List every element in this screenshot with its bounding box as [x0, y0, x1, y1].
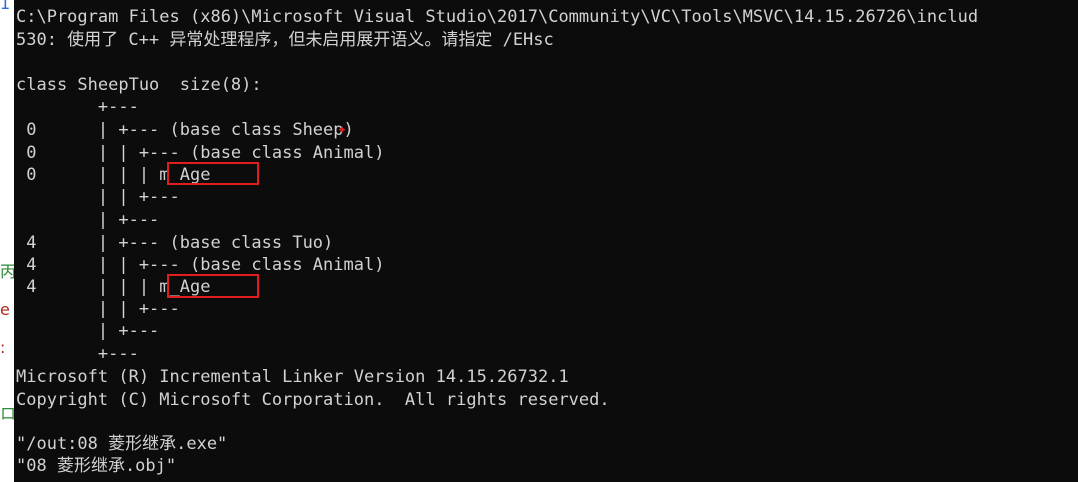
console-line-layout: 0 | +--- (base class Sheep): [16, 120, 354, 140]
console-line-output-exe: "/out:08 菱形继承.exe": [16, 434, 228, 454]
console-window[interactable]: 1 丙 e : ロ C:\Program Files (x86)\Microso…: [0, 0, 1078, 482]
console-line-layout: 4 | | +--- (base class Animal): [16, 255, 385, 275]
highlight-box-tuo-m-age: [167, 274, 259, 298]
console-line-warning: 530: 使用了 C++ 异常处理程序，但未启用展开语义。请指定 /EHsc: [16, 30, 554, 50]
console-line-layout: +---: [16, 344, 139, 364]
console-output[interactable]: C:\Program Files (x86)\Microsoft Visual …: [16, 0, 1078, 482]
side-glyph: ロ: [0, 404, 14, 423]
side-glyph: e: [0, 300, 10, 319]
console-line-copyright: Copyright (C) Microsoft Corporation. All…: [16, 390, 610, 410]
console-line-layout: | | +---: [16, 299, 180, 319]
mouse-pointer-icon: ✦: [337, 123, 348, 137]
side-glyph: :: [0, 338, 6, 357]
console-line-layout: 0 | | +--- (base class Animal): [16, 143, 385, 163]
console-line-layout: | +---: [16, 321, 160, 341]
side-glyph: 1: [0, 0, 11, 13]
console-line-linker-version: Microsoft (R) Incremental Linker Version…: [16, 367, 569, 387]
console-line-layout: | +---: [16, 210, 160, 230]
highlight-box-sheep-m-age: [167, 162, 259, 185]
console-line-class-header: class SheepTuo size(8):: [16, 75, 262, 95]
console-line-layout: +---: [16, 97, 139, 117]
console-line-layout: 4 | +--- (base class Tuo): [16, 233, 334, 253]
console-line-output-obj: "08 菱形继承.obj": [16, 456, 177, 476]
console-line-layout: | | +---: [16, 187, 180, 207]
background-editor-strip: 1 丙 e : ロ: [0, 0, 14, 482]
side-glyph: 丙: [0, 262, 14, 281]
console-line-include-path: C:\Program Files (x86)\Microsoft Visual …: [16, 7, 979, 27]
